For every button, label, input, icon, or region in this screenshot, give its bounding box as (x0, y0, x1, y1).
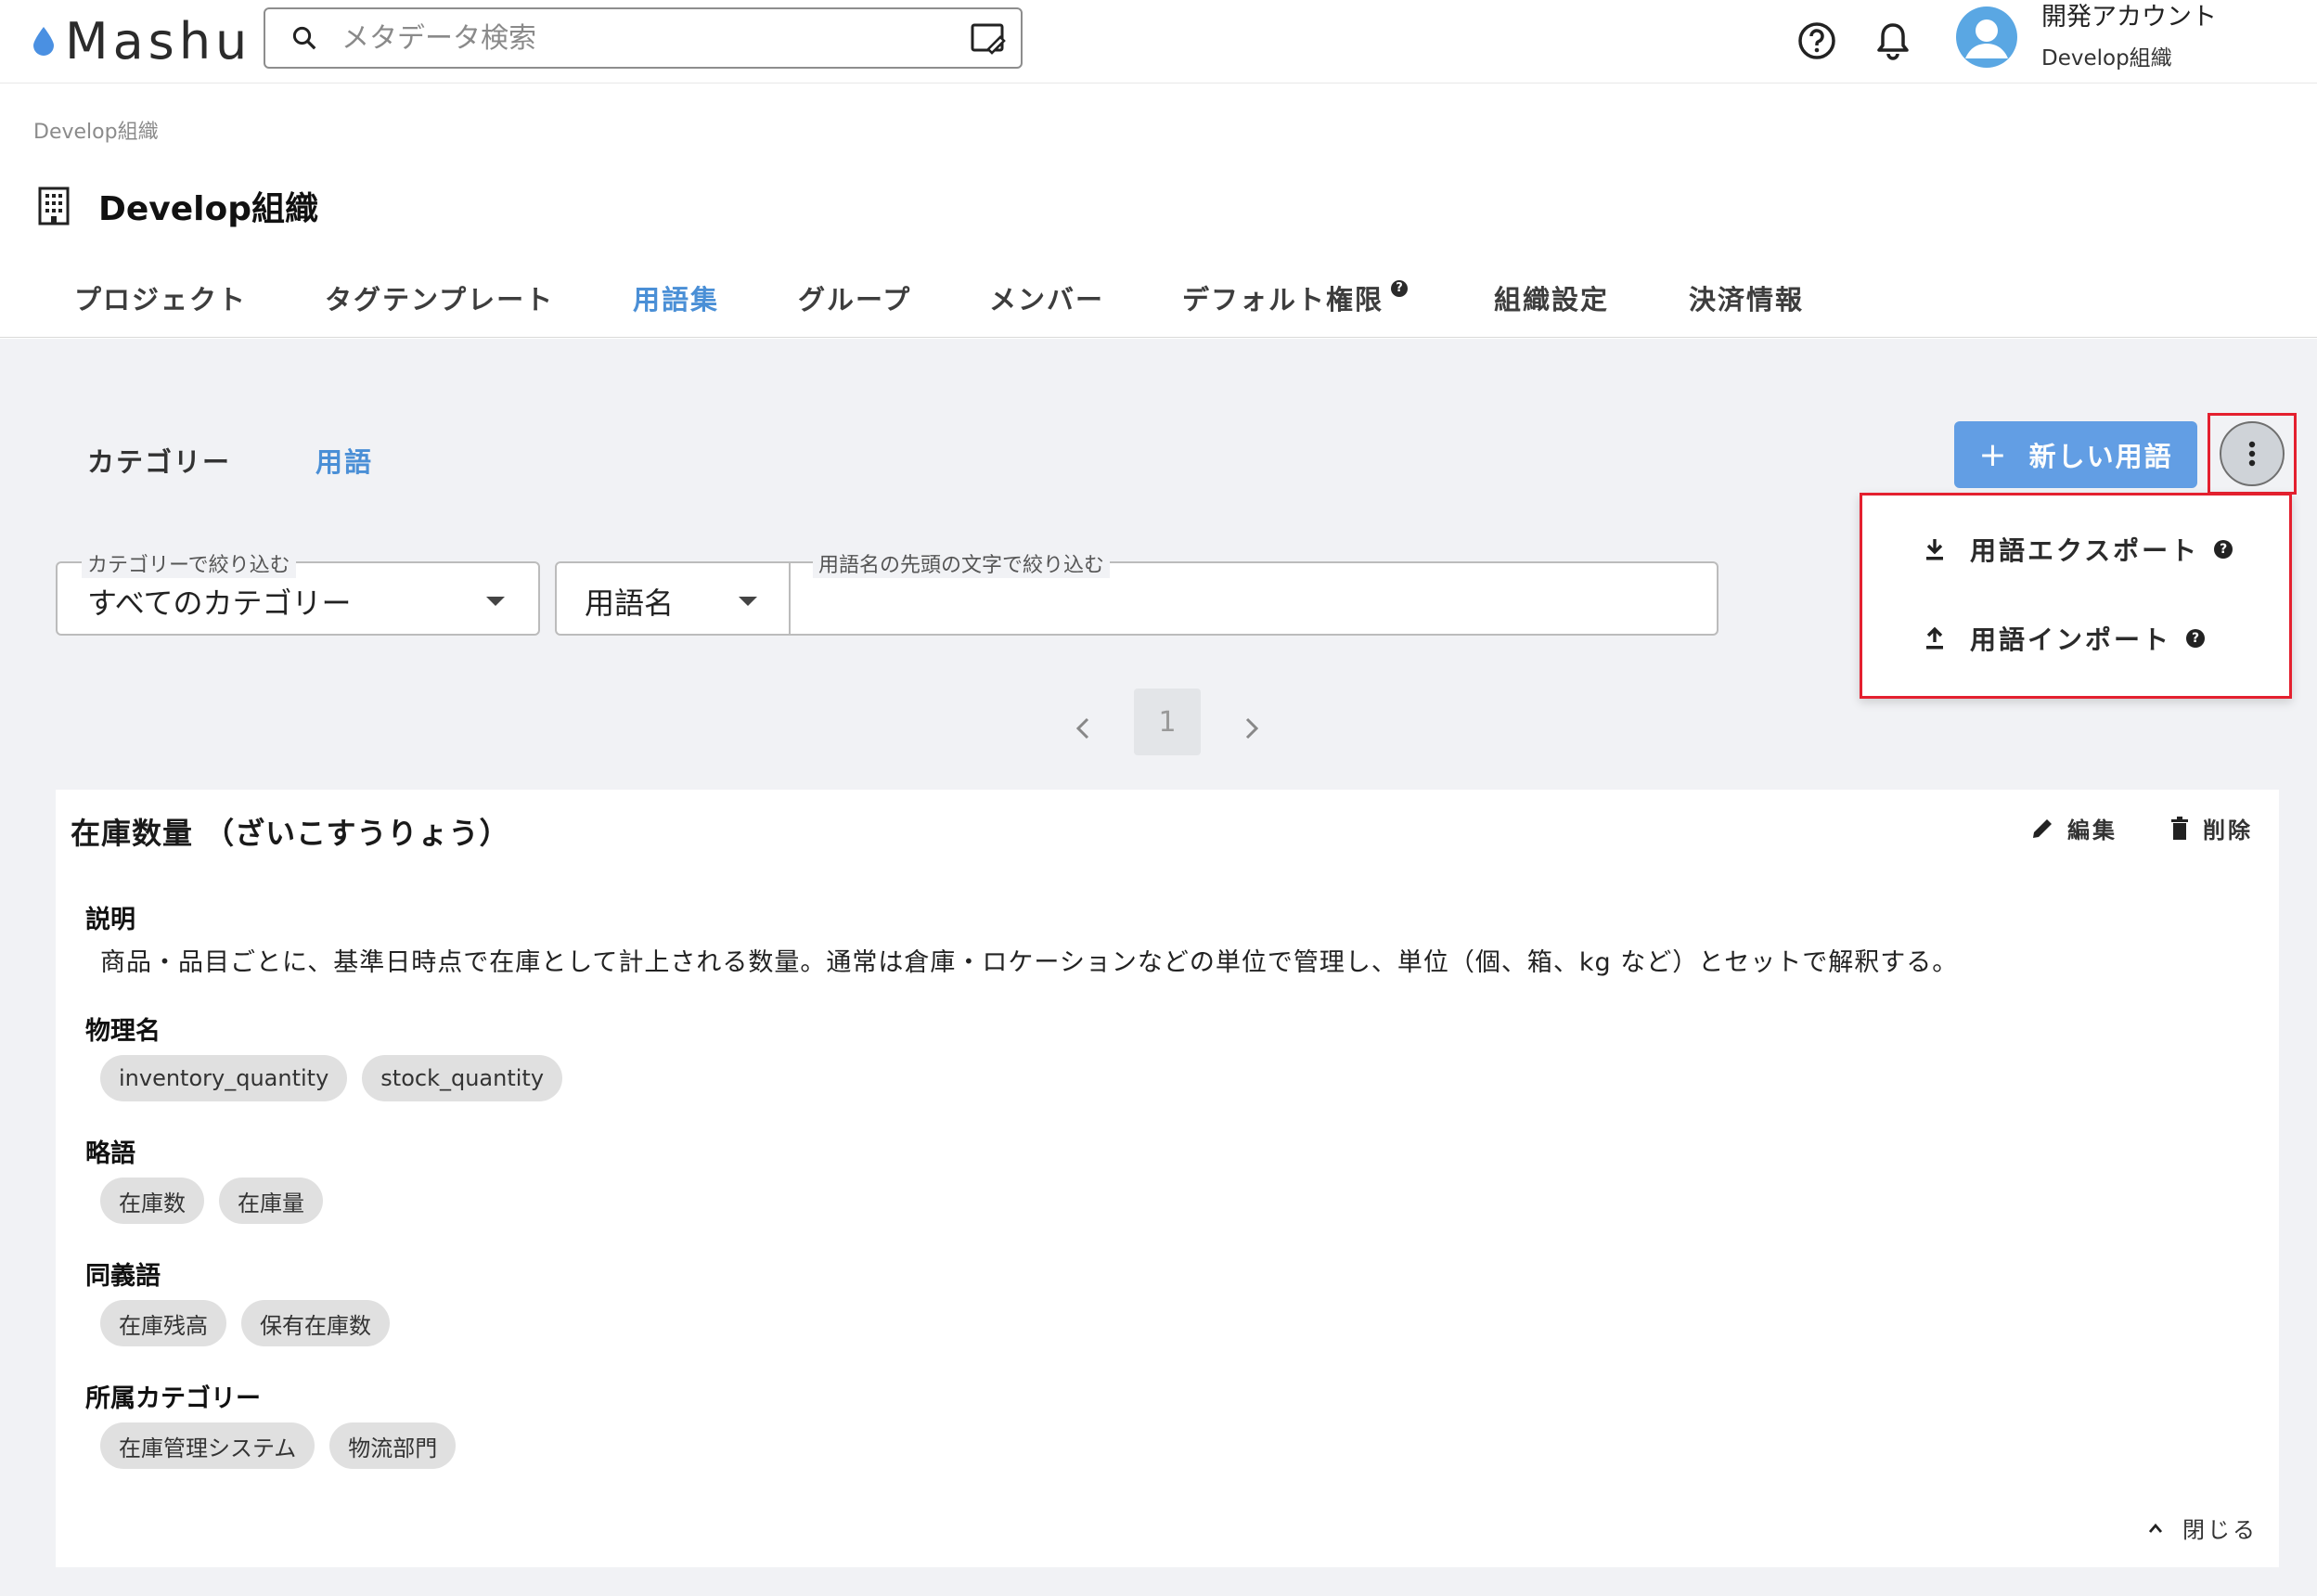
tab-default-permissions[interactable]: デフォルト権限? (1182, 278, 1409, 317)
term-description: 商品・品目ごとに、基準日時点で在庫として計上される数量。通常は倉庫・ロケーション… (100, 948, 1959, 977)
term-title: 在庫数量 （ざいこすうりょう） (71, 816, 510, 851)
menu-item-export[interactable]: 用語エクスポート ? (1924, 531, 2233, 568)
account-info[interactable]: 開発アカウント Develop組織 (2041, 0, 2217, 82)
search-bar (264, 7, 1023, 69)
page-title: Develop組織 (37, 182, 318, 230)
tab-default-permissions-label: デフォルト権限 (1182, 284, 1384, 315)
edit-note-icon[interactable] (956, 10, 1021, 66)
menu-export-label: 用語エクスポート (1970, 535, 2200, 566)
delete-button[interactable]: 削除 (2169, 812, 2253, 844)
help-icon[interactable]: ? (2214, 540, 2233, 559)
synonym-label: 同義語 (85, 1262, 161, 1291)
edit-button[interactable]: 編集 (2030, 812, 2117, 844)
avatar-icon[interactable] (1956, 6, 2017, 68)
tab-projects[interactable]: プロジェクト (74, 278, 247, 317)
subtab-terms[interactable]: 用語 (315, 441, 373, 480)
chip: 在庫管理システム (100, 1422, 315, 1469)
chip: 在庫数 (100, 1178, 204, 1224)
tab-groups[interactable]: グループ (798, 278, 911, 317)
category-filter-legend: カテゴリーで絞り込む (82, 548, 296, 578)
org-title: Develop組織 (98, 190, 319, 228)
physical-name-label: 物理名 (85, 1017, 161, 1046)
app-logo[interactable]: Mashu (32, 11, 252, 71)
caret-down-icon (739, 597, 757, 606)
term-card: 在庫数量 （ざいこすうりょう） 編集 削除 説明 商品・品目ごとに、基準日時点で… (56, 790, 2279, 1567)
edit-label: 編集 (2067, 817, 2117, 843)
main-content: カテゴリー 用語 + 新しい用語 用語エクスポート ? 用語インポート ? カテ… (0, 339, 2317, 1596)
help-icon[interactable]: ? (1391, 280, 1409, 297)
collapse-button[interactable]: 閉じる (2147, 1512, 2258, 1544)
chevron-up-icon (2148, 1523, 2163, 1533)
category-chips: 在庫管理システム 物流部門 (100, 1422, 470, 1469)
app-name: Mashu (65, 11, 252, 71)
tab-members[interactable]: メンバー (989, 278, 1104, 317)
description-label: 説明 (85, 906, 135, 934)
prefix-filter-input[interactable]: 用語名の先頭の文字で絞り込む (789, 548, 1718, 636)
account-name: 開発アカウント (2041, 3, 2217, 32)
top-bar: Mashu 開発アカウント Develop組織 (0, 0, 2317, 84)
page-number[interactable]: 1 (1134, 689, 1201, 755)
chip: 在庫残高 (100, 1300, 226, 1346)
new-term-label: 新しい用語 (2028, 441, 2173, 472)
caret-down-icon (486, 597, 505, 606)
delete-label: 削除 (2203, 817, 2253, 843)
chevron-left-icon[interactable] (1060, 705, 1106, 752)
chip: 物流部門 (329, 1422, 457, 1469)
org-tabs: プロジェクト タグテンプレート 用語集 グループ メンバー デフォルト権限? 組… (0, 269, 2317, 338)
breadcrumb[interactable]: Develop組織 (33, 115, 159, 145)
synonym-chips: 在庫残高 保有在庫数 (100, 1300, 405, 1346)
new-term-button[interactable]: + 新しい用語 (1954, 421, 2197, 488)
menu-item-import[interactable]: 用語インポート ? (1924, 620, 2206, 657)
collapse-label: 閉じる (2182, 1517, 2258, 1543)
water-drop-icon (33, 27, 54, 56)
chip: inventory_quantity (100, 1055, 348, 1101)
plus-icon: + (1978, 435, 2009, 474)
upload-icon (1926, 626, 1943, 650)
tab-billing[interactable]: 決済情報 (1689, 278, 1804, 317)
tab-tag-templates[interactable]: タグテンプレート (325, 278, 554, 317)
field-select-value: 用語名 (585, 586, 675, 621)
prefix-filter-legend: 用語名の先頭の文字で絞り込む (813, 548, 1111, 578)
chevron-right-icon[interactable] (1229, 705, 1275, 752)
pencil-icon (2033, 818, 2052, 838)
category-filter-value: すべてのカテゴリー (87, 586, 352, 621)
download-icon (1926, 539, 1943, 560)
abbreviation-chips: 在庫数 在庫量 (100, 1178, 338, 1224)
chip: 在庫量 (219, 1178, 323, 1224)
tab-glossary[interactable]: 用語集 (633, 278, 719, 317)
search-input[interactable] (332, 21, 956, 55)
menu-import-label: 用語インポート (1970, 624, 2172, 655)
help-icon[interactable]: ? (2186, 629, 2206, 648)
field-select[interactable]: 用語名 (555, 561, 791, 636)
tab-org-settings[interactable]: 組織設定 (1494, 278, 1609, 317)
account-org: Develop組織 (2041, 46, 2172, 71)
more-menu-highlight (2208, 413, 2297, 495)
abbreviation-label: 略語 (85, 1139, 135, 1168)
trash-icon (2171, 816, 2188, 840)
chip: stock_quantity (362, 1055, 563, 1101)
search-icon (277, 10, 332, 66)
bell-icon[interactable] (1865, 13, 1921, 69)
physical-name-chips: inventory_quantity stock_quantity (100, 1055, 577, 1101)
more-dropdown-menu: 用語エクスポート ? 用語インポート ? (1860, 493, 2292, 699)
subtab-categories[interactable]: カテゴリー (87, 441, 231, 480)
category-label: 所属カテゴリー (85, 1384, 261, 1413)
more-vert-icon[interactable] (2220, 421, 2285, 486)
category-filter-select[interactable]: カテゴリーで絞り込む すべてのカテゴリー (56, 548, 540, 636)
help-icon[interactable] (1789, 13, 1845, 69)
chip: 保有在庫数 (241, 1300, 390, 1346)
building-icon (38, 187, 70, 225)
